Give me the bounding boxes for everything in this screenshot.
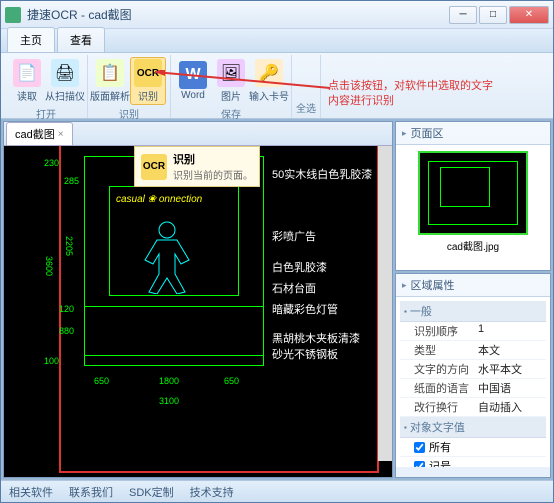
- cad-dimension: 650: [224, 376, 239, 386]
- checkbox[interactable]: [414, 461, 425, 468]
- prop-row[interactable]: 类型本文: [400, 341, 546, 360]
- checkbox[interactable]: [414, 442, 425, 453]
- cad-dimension: 880: [59, 326, 74, 336]
- prop-category[interactable]: 对象文字值: [400, 417, 546, 438]
- cad-dimension: 2205: [64, 236, 74, 256]
- main-area: cad截图 × OCR 识别 识别当前的页面。: [3, 121, 393, 478]
- prop-row[interactable]: 改行换行自动插入: [400, 398, 546, 417]
- cad-dimension: 285: [64, 176, 79, 186]
- read-button[interactable]: 📄 读取: [9, 57, 45, 105]
- properties-panel: 区域属性 一般识别顺序1类型本文文字的方向水平本文纸面的语言中国语改行换行自动插…: [395, 273, 551, 478]
- callout-text: 点击该按钮，对软件中选取的文字 内容进行识别: [328, 79, 493, 110]
- status-link-support[interactable]: 技术支持: [190, 484, 234, 500]
- file-icon: 📄: [13, 59, 41, 87]
- maximize-button[interactable]: □: [479, 6, 507, 24]
- ocr-icon: OCR: [141, 154, 167, 180]
- cad-dimension: 100: [44, 356, 59, 366]
- cad-dimension: 3100: [159, 396, 179, 406]
- property-grid[interactable]: 一般识别顺序1类型本文文字的方向水平本文纸面的语言中国语改行换行自动插入对象文字…: [396, 297, 550, 467]
- prop-row[interactable]: 纸面的语言中国语: [400, 379, 546, 398]
- cad-annotation: 砂光不锈钢板: [272, 346, 338, 362]
- prop-checkbox-row[interactable]: 所有: [400, 438, 546, 457]
- cad-canvas: casual ❀ onnection 50实木线白色乳胶漆彩喷广告白色乳胶漆石材…: [4, 146, 392, 477]
- scanner-button[interactable]: 🖨 从扫描仪: [47, 57, 83, 105]
- cad-dimension: 1800: [159, 376, 179, 386]
- canvas-viewport[interactable]: OCR 识别 识别当前的页面。 casual ❀ onnection 50实木: [4, 146, 392, 477]
- ribbon-group-open: 📄 读取 🖨 从扫描仪 打开: [5, 55, 88, 118]
- figure-icon: [122, 214, 212, 294]
- tab-main[interactable]: 主页: [7, 27, 55, 52]
- workspace: cad截图 × OCR 识别 识别当前的页面。: [1, 119, 553, 480]
- cad-annotation: 黑胡桃木夹板清漆: [272, 330, 360, 346]
- group-label-other: 全选: [296, 99, 316, 116]
- ocr-tooltip: OCR 识别 识别当前的页面。: [134, 146, 260, 187]
- page-thumbnail[interactable]: [418, 151, 528, 235]
- callout-arrow-icon: [155, 70, 335, 90]
- layout-icon: 📋: [96, 59, 124, 87]
- prop-row[interactable]: 文字的方向水平本文: [400, 360, 546, 379]
- prop-category[interactable]: 一般: [400, 301, 546, 322]
- document-tab[interactable]: cad截图 ×: [6, 122, 73, 145]
- scanner-icon: 🖨: [51, 59, 79, 87]
- pages-panel: 页面区 cad截图.jpg: [395, 121, 551, 271]
- cad-annotation: 白色乳胶漆: [272, 259, 327, 275]
- cad-annotation: 暗藏彩色灯管: [272, 301, 338, 317]
- prop-row[interactable]: 识别顺序1: [400, 322, 546, 341]
- cad-dimension: 120: [59, 304, 74, 314]
- cad-annotation: 50实木线白色乳胶漆: [272, 166, 372, 182]
- cad-dimension: 3600: [44, 256, 54, 276]
- status-link-contact[interactable]: 联系我们: [69, 484, 113, 500]
- prop-checkbox-row[interactable]: 记号: [400, 457, 546, 467]
- tooltip-title: 识别: [173, 151, 253, 167]
- status-link-sdk[interactable]: SDK定制: [129, 484, 174, 500]
- cad-dimension: 650: [94, 376, 109, 386]
- cad-casual-text: casual ❀ onnection: [116, 194, 202, 205]
- window-title: 捷速OCR - cad截图: [27, 6, 449, 23]
- doc-tab-close[interactable]: ×: [58, 129, 64, 140]
- titlebar: 捷速OCR - cad截图 ─ □ ✕: [1, 1, 553, 29]
- tab-view[interactable]: 查看: [57, 27, 105, 52]
- thumbnail-label: cad截图.jpg: [400, 238, 546, 253]
- pages-panel-header[interactable]: 页面区: [396, 122, 550, 145]
- close-button[interactable]: ✕: [509, 6, 549, 24]
- layout-button[interactable]: 📋 版面解析: [92, 57, 128, 105]
- minimize-button[interactable]: ─: [449, 6, 477, 24]
- cad-dimension: 230: [44, 158, 59, 168]
- side-panels: 页面区 cad截图.jpg 区域属性 一般识别顺序1类型本文文字的方向水平本文纸…: [395, 121, 551, 478]
- cad-annotation: 彩喷广告: [272, 228, 316, 244]
- properties-panel-header[interactable]: 区域属性: [396, 274, 550, 297]
- vertical-scrollbar[interactable]: [378, 146, 392, 461]
- statusbar: 相关软件 联系我们 SDK定制 技术支持: [1, 480, 553, 502]
- tooltip-desc: 识别当前的页面。: [173, 167, 253, 182]
- document-tabs: cad截图 ×: [4, 122, 392, 146]
- ribbon-tabs: 主页 查看: [1, 29, 553, 53]
- app-icon: [5, 7, 21, 23]
- cad-annotation: 石材台面: [272, 280, 316, 296]
- status-link-software[interactable]: 相关软件: [9, 484, 53, 500]
- doc-tab-label: cad截图: [15, 126, 55, 142]
